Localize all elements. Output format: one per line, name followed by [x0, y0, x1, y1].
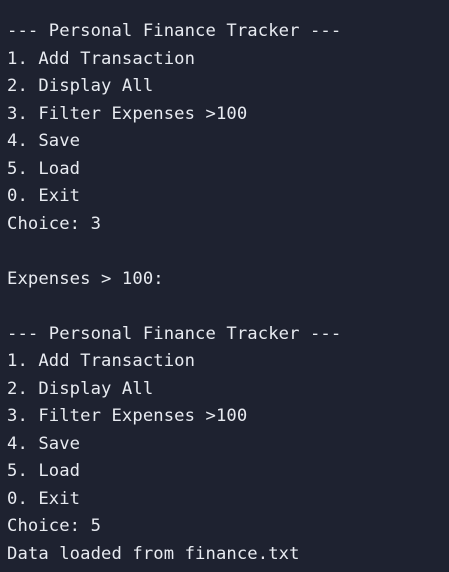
- menu-option-load: 5. Load: [7, 158, 81, 179]
- menu-option-exit: 0. Exit: [7, 186, 81, 206]
- menu-title: --- Personal Finance Tracker ---: [7, 323, 342, 344]
- menu-option-exit: 0. Exit: [7, 488, 81, 509]
- menu-option-load: 5. Load: [7, 461, 81, 481]
- menu-option-display-all: 2. Display All: [7, 76, 154, 96]
- menu-title: --- Personal Finance Tracker ---: [7, 21, 342, 41]
- menu-option-filter-expenses: 3. Filter Expenses >100: [7, 406, 248, 426]
- menu-option-display-all: 2. Display All: [7, 378, 154, 399]
- filter-result-heading: Expenses > 100:: [7, 268, 164, 289]
- menu-option-add-transaction: 1. Add Transaction: [7, 48, 196, 69]
- menu-option-save: 4. Save: [7, 433, 81, 454]
- choice-input-line: Choice: 3: [7, 213, 102, 234]
- menu-option-add-transaction: 1. Add Transaction: [7, 351, 196, 371]
- status-message: Data loaded from finance.txt: [7, 543, 300, 564]
- terminal-output: --- Personal Finance Tracker --- 1. Add …: [0, 0, 449, 572]
- choice-input-line: Choice: 5: [7, 516, 102, 536]
- menu-option-filter-expenses: 3. Filter Expenses >100: [7, 103, 248, 124]
- menu-option-save: 4. Save: [7, 131, 81, 151]
